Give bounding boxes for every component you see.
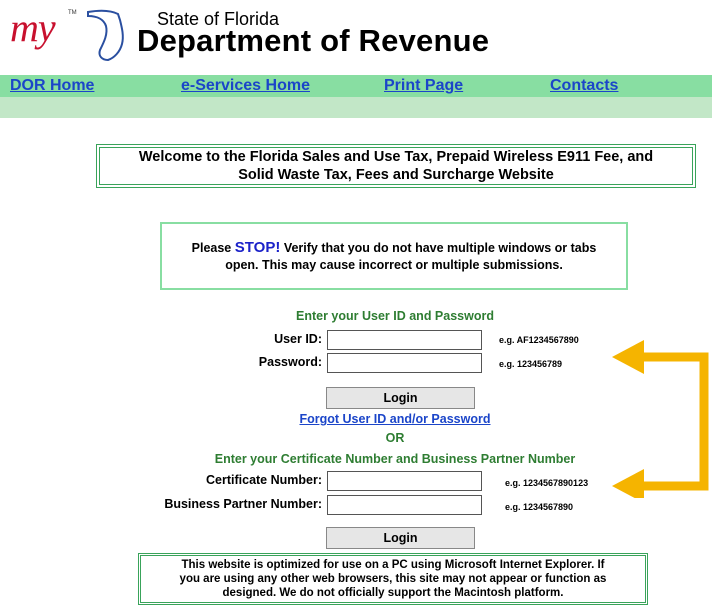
or-separator: OR: [385, 431, 405, 445]
userid-section-heading: Enter your User ID and Password: [296, 309, 494, 323]
nav-print-page-link[interactable]: Print Page: [384, 77, 463, 95]
stop-please-text: Please: [191, 240, 232, 255]
user-id-example: e.g. AF1234567890: [499, 335, 579, 345]
florida-state-icon: [87, 9, 124, 62]
note-line-3: designed. We do not officially support t…: [222, 587, 564, 599]
nav-contacts-link[interactable]: Contacts: [550, 77, 618, 95]
login-button-certificate[interactable]: Login: [326, 527, 475, 549]
stop-notice: Please STOP! Verify that you do not have…: [160, 222, 628, 290]
bracket-arrow-icon: [612, 340, 709, 498]
nav-bar: DOR Home e-Services Home Print Page Cont…: [0, 75, 712, 97]
password-example: e.g. 123456789: [499, 359, 563, 369]
stop-line-1: Verify that you do not have multiple win…: [283, 240, 597, 255]
welcome-line-1: Welcome to the Florida Sales and Use Tax…: [138, 149, 654, 165]
certificate-number-example: e.g. 1234567890123: [505, 478, 589, 488]
logo-text: my: [10, 5, 56, 50]
certificate-number-label: Certificate Number:: [206, 473, 322, 487]
note-line-1: This website is optimized for use on a P…: [181, 559, 605, 571]
stop-line-2: open. This may cause incorrect or multip…: [225, 257, 563, 272]
nav-sub-bar: [0, 97, 712, 118]
business-partner-number-input[interactable]: [327, 495, 482, 515]
certificate-number-input[interactable]: [327, 471, 482, 491]
business-partner-number-example: e.g. 1234567890: [505, 502, 574, 512]
nav-dor-home-link[interactable]: DOR Home: [10, 77, 94, 95]
welcome-banner: Welcome to the Florida Sales and Use Tax…: [96, 144, 696, 188]
password-label: Password:: [258, 355, 322, 369]
welcome-line-2: Solid Waste Tax, Fees and Surcharge Webs…: [238, 167, 554, 183]
nav-eservices-home-link[interactable]: e-Services Home: [181, 77, 310, 95]
login-button-userid[interactable]: Login: [326, 387, 475, 409]
business-partner-number-label: Business Partner Number:: [164, 497, 322, 511]
certificate-section-heading: Enter your Certificate Number and Busine…: [214, 452, 576, 466]
user-id-input[interactable]: [327, 330, 482, 350]
password-input[interactable]: [327, 353, 482, 373]
note-line-2: you are using any other web browsers, th…: [179, 573, 607, 585]
user-id-label: User ID:: [274, 332, 322, 346]
stop-word: STOP!: [234, 238, 281, 256]
department-title: Department of Revenue: [137, 23, 490, 58]
forgot-credentials-link[interactable]: Forgot User ID and/or Password: [200, 412, 590, 426]
browser-compatibility-note: This website is optimized for use on a P…: [138, 553, 648, 605]
my-florida-logo: my TM: [2, 2, 152, 62]
logo-trademark: TM: [68, 10, 77, 16]
